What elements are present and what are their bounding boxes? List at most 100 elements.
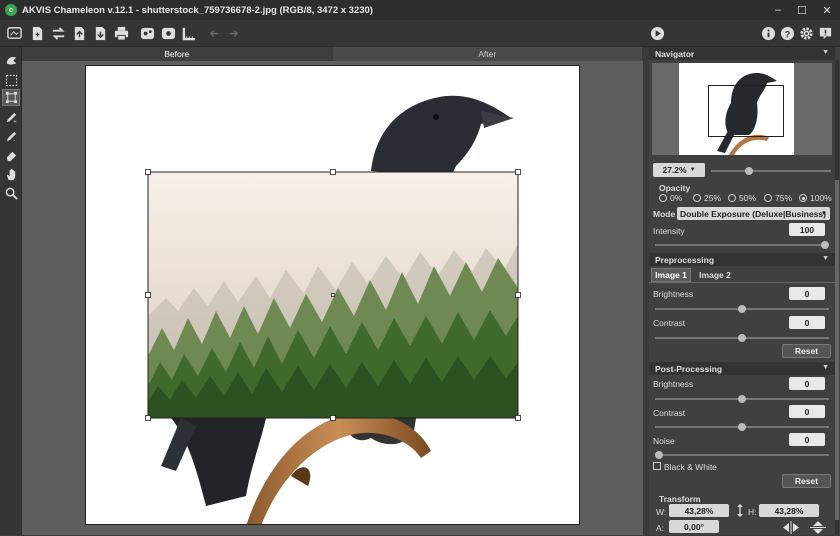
undo-icon[interactable] — [206, 25, 223, 42]
panel-scrollbar-thumb[interactable] — [835, 180, 839, 520]
black-white-checkbox[interactable] — [653, 462, 661, 470]
print-icon[interactable] — [113, 25, 130, 42]
intensity-slider-thumb[interactable] — [821, 241, 829, 249]
pre-contrast-value[interactable]: 0 — [789, 316, 825, 329]
postprocessing-header[interactable]: Post-Processing ▼ — [649, 362, 835, 375]
chameleon-tool-icon[interactable] — [2, 52, 20, 69]
opacity-radio-0[interactable] — [659, 194, 667, 202]
image-canvas[interactable] — [85, 65, 580, 525]
swap-images-icon[interactable] — [50, 25, 67, 42]
view-tabs: Before After — [22, 47, 643, 61]
post-brightness-slider-thumb[interactable] — [738, 395, 746, 403]
hand-tool-icon[interactable] — [2, 166, 20, 183]
zoom-value: 27.2% — [662, 165, 687, 175]
opacity-option-label: 25% — [704, 193, 722, 203]
post-reset-button[interactable]: Reset — [782, 474, 831, 488]
zoom-slider-thumb[interactable] — [744, 167, 753, 175]
post-brightness-value[interactable]: 0 — [789, 377, 825, 390]
zoom-slider[interactable] — [711, 167, 831, 175]
post-contrast-label: Contrast — [653, 408, 686, 418]
notifications-icon[interactable] — [817, 25, 834, 42]
noise-label: Noise — [653, 436, 675, 446]
pre-brightness-slider-thumb[interactable] — [738, 305, 746, 313]
minimize-button[interactable]: – — [767, 2, 789, 18]
navigator-preview[interactable] — [652, 63, 832, 155]
intensity-slider[interactable] — [655, 241, 829, 249]
selection-tool-icon[interactable] — [2, 72, 20, 89]
post-brightness-label: Brightness — [653, 379, 694, 389]
title-bar: c AKVIS Chameleon v.12.1 - shutterstock_… — [0, 0, 840, 20]
opacity-radio-2[interactable] — [728, 194, 736, 202]
maximize-button[interactable]: ☐ — [791, 2, 813, 18]
pre-contrast-slider-thumb[interactable] — [738, 334, 746, 342]
open-second-image-icon[interactable] — [71, 25, 88, 42]
opacity-radio-1[interactable] — [693, 194, 701, 202]
panel-scrollbar[interactable] — [835, 60, 839, 535]
width-label: W: — [656, 507, 667, 517]
mode-select[interactable]: Double Exposure (Deluxe|Business) ▼ — [677, 207, 830, 220]
pre-brightness-label: Brightness — [653, 289, 694, 299]
navigator-header[interactable]: Navigator ▼ — [649, 47, 835, 60]
width-input[interactable]: 43,28% — [669, 504, 729, 517]
redo-icon[interactable] — [225, 25, 242, 42]
save-icon[interactable] — [92, 25, 109, 42]
pre-reset-button[interactable]: Reset — [782, 344, 831, 358]
pre-contrast-slider[interactable] — [655, 334, 829, 342]
tools-panel: + - — [0, 47, 22, 535]
open-image-icon[interactable] — [29, 25, 46, 42]
zoom-select[interactable]: 27.2% ▼ — [653, 163, 705, 177]
remove-pencil-tool-icon[interactable]: - — [2, 128, 20, 145]
tab-image-2[interactable]: Image 2 — [695, 268, 735, 282]
post-contrast-slider-thumb[interactable] — [738, 423, 746, 431]
svg-text:+: + — [13, 119, 16, 124]
share-icon[interactable] — [139, 25, 156, 42]
flip-vertical-icon[interactable] — [809, 521, 827, 534]
help-icon[interactable]: ? — [779, 25, 796, 42]
link-proportions-icon[interactable] — [736, 503, 744, 518]
close-button[interactable]: ✕ — [816, 2, 838, 18]
intensity-label: Intensity — [653, 226, 685, 236]
zoom-tool-icon[interactable] — [2, 185, 20, 202]
noise-value[interactable]: 0 — [789, 433, 825, 446]
preprocessing-header[interactable]: Preprocessing ▼ — [649, 253, 835, 266]
settings-gear-icon[interactable] — [798, 25, 815, 42]
workspace-icon[interactable] — [6, 25, 23, 42]
presets-icon[interactable] — [160, 25, 177, 42]
run-icon[interactable] — [649, 25, 666, 42]
keep-pencil-tool-icon[interactable]: + — [2, 109, 20, 126]
settings-panel: Navigator ▼ 27.2% ▼ Opacity 0% 25% 50% 75% 1… — [649, 47, 840, 535]
noise-slider-thumb[interactable] — [655, 451, 663, 459]
main-toolbar: ? — [0, 20, 840, 47]
noise-slider[interactable] — [655, 451, 829, 459]
tab-after[interactable]: After — [332, 47, 643, 61]
flip-horizontal-icon[interactable] — [782, 521, 800, 534]
opacity-label: Opacity — [659, 183, 691, 193]
transform-tool-icon[interactable] — [2, 89, 20, 106]
composite-image — [86, 66, 579, 524]
chevron-down-icon: ▼ — [821, 210, 827, 217]
opacity-option-label: 75% — [775, 193, 793, 203]
tab-before[interactable]: Before — [22, 47, 333, 61]
pre-brightness-value[interactable]: 0 — [789, 287, 825, 300]
collapse-arrow-icon: ▼ — [822, 255, 829, 262]
eraser-tool-icon[interactable] — [2, 147, 20, 164]
opacity-radio-4[interactable] — [799, 194, 807, 202]
navigator-viewport-frame[interactable] — [708, 85, 784, 137]
intensity-value[interactable]: 100 — [789, 223, 825, 236]
pre-contrast-label: Contrast — [653, 318, 686, 328]
angle-label: A: — [656, 523, 665, 533]
post-contrast-slider[interactable] — [655, 423, 829, 431]
forest-overlay-image — [145, 169, 521, 421]
post-brightness-slider[interactable] — [655, 395, 829, 403]
pre-brightness-slider[interactable] — [655, 305, 829, 313]
mode-label: Mode — [653, 209, 676, 219]
height-input[interactable]: 43,28% — [759, 504, 819, 517]
info-icon[interactable] — [760, 25, 777, 42]
opacity-radio-3[interactable] — [764, 194, 772, 202]
angle-input[interactable]: 0,00° — [669, 520, 719, 533]
height-label: H: — [748, 507, 757, 517]
post-contrast-value[interactable]: 0 — [789, 405, 825, 418]
tab-image-1[interactable]: Image 1 — [651, 268, 691, 282]
mode-value: Double Exposure (Deluxe|Business) — [680, 208, 826, 219]
ruler-icon[interactable] — [181, 25, 198, 42]
